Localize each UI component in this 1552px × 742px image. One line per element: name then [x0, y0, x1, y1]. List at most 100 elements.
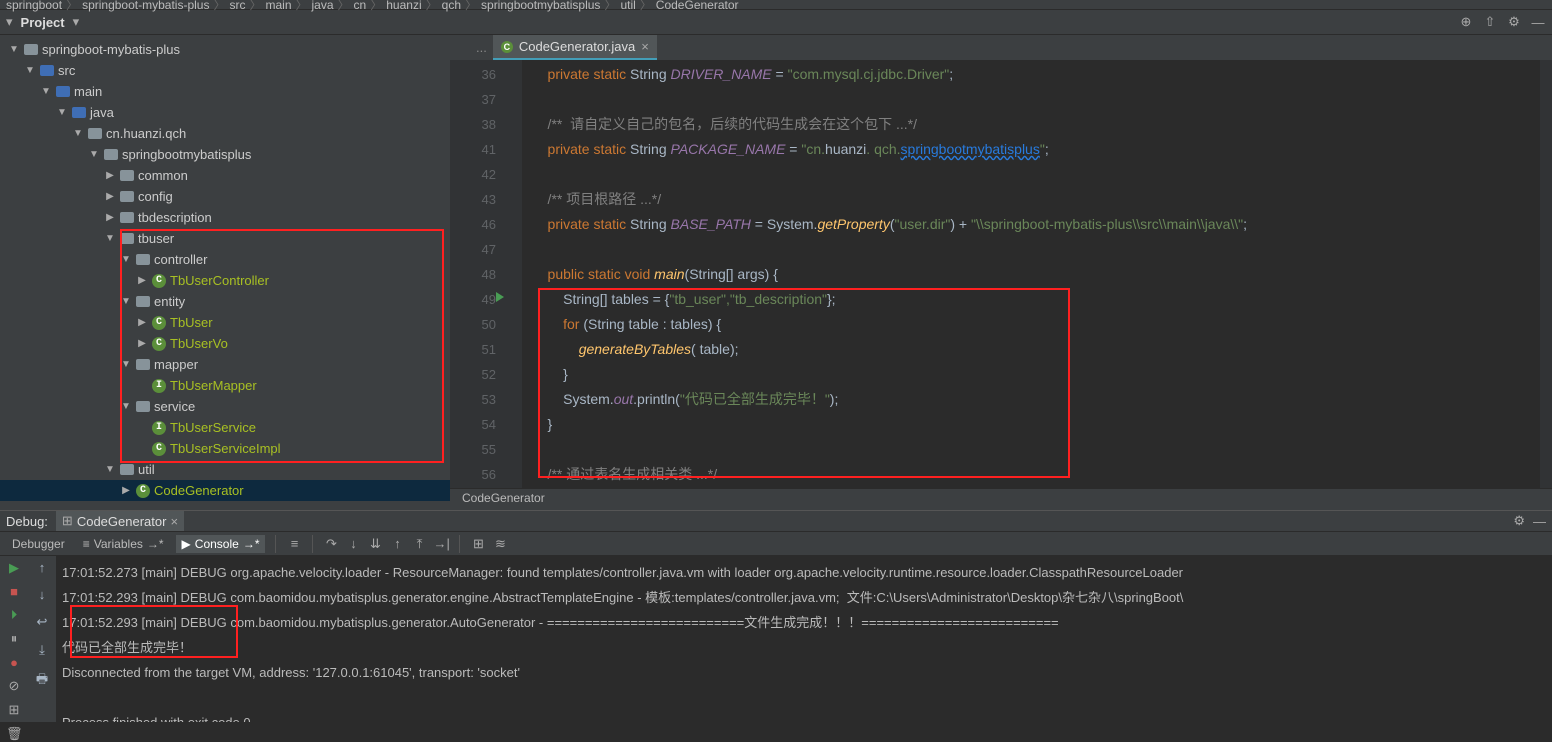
- tree-node-src[interactable]: src: [0, 60, 450, 81]
- step-out-icon[interactable]: ↑: [389, 536, 405, 551]
- console-tab[interactable]: ▶ Console →*: [176, 535, 266, 553]
- error-stripe[interactable]: [1540, 60, 1552, 488]
- stop-icon[interactable]: ■: [6, 584, 22, 599]
- chevron-down-icon[interactable]: [8, 44, 20, 55]
- tree-node-springboot-mybatis-plus[interactable]: springboot-mybatis-plus: [0, 39, 450, 60]
- editor-crumb[interactable]: CodeGenerator: [450, 488, 1552, 510]
- debug-icon: ⊞: [62, 513, 73, 529]
- down-icon[interactable]: ↓: [39, 587, 46, 602]
- print-icon[interactable]: 🖶: [36, 670, 48, 692]
- chevron-down-icon[interactable]: [40, 86, 52, 97]
- chevron-right-icon[interactable]: [104, 170, 116, 181]
- variables-tab[interactable]: ≡ Variables →*: [77, 535, 170, 553]
- breadcrumb-item[interactable]: huanzi: [386, 0, 421, 12]
- chevron-down-icon[interactable]: ▾: [6, 14, 13, 30]
- gear-icon[interactable]: ⚙: [1506, 14, 1522, 30]
- evaluate-icon[interactable]: ⊞: [470, 536, 486, 552]
- chevron-down-icon[interactable]: [72, 128, 84, 139]
- chevron-right-icon[interactable]: [136, 275, 148, 286]
- breadcrumb-item[interactable]: util: [620, 0, 635, 12]
- drop-frame-icon[interactable]: ⤒: [411, 536, 427, 552]
- breadcrumb-item[interactable]: src: [229, 0, 245, 12]
- project-sidebar[interactable]: springboot-mybatis-plussrcmainjavacn.hua…: [0, 35, 450, 510]
- chevron-right-icon[interactable]: [120, 485, 132, 496]
- chevron-down-icon[interactable]: ▾: [73, 14, 80, 30]
- console-output[interactable]: 17:01:52.273 [main] DEBUG org.apache.vel…: [56, 556, 1552, 722]
- tab-overflow[interactable]: ...: [470, 40, 493, 55]
- tree-node-tbdescription[interactable]: tbdescription: [0, 207, 450, 228]
- tree-node-util[interactable]: util: [0, 459, 450, 480]
- scroll-end-icon[interactable]: ⤓: [39, 642, 45, 658]
- chevron-down-icon[interactable]: [120, 359, 132, 370]
- view-breakpoints-icon[interactable]: ●: [6, 655, 22, 670]
- tree-node-codegenerator[interactable]: CodeGenerator: [0, 480, 450, 501]
- wrap-icon[interactable]: ≡: [286, 536, 302, 551]
- tree-node-service[interactable]: service: [0, 396, 450, 417]
- trace-icon[interactable]: ≋: [492, 536, 508, 552]
- tree-node-mapper[interactable]: mapper: [0, 354, 450, 375]
- gear-icon[interactable]: ⚙: [1513, 513, 1525, 529]
- tree-node-cn.huanzi.qch[interactable]: cn.huanzi.qch: [0, 123, 450, 144]
- breadcrumb-item[interactable]: qch: [442, 0, 461, 12]
- close-icon[interactable]: ×: [641, 39, 649, 54]
- hide-icon[interactable]: —: [1530, 15, 1546, 30]
- rerun-icon[interactable]: ▶: [6, 560, 22, 576]
- tree-node-controller[interactable]: controller: [0, 249, 450, 270]
- chevron-right-icon[interactable]: [104, 212, 116, 223]
- chevron-right-icon[interactable]: [104, 191, 116, 202]
- resume-icon[interactable]: ⏵: [6, 607, 22, 623]
- debug-tab-codegenerator[interactable]: ⊞ CodeGenerator ×: [56, 511, 184, 531]
- tree-node-tbuser[interactable]: TbUser: [0, 312, 450, 333]
- tree-node-springbootmybatisplus[interactable]: springbootmybatisplus: [0, 144, 450, 165]
- tree-node-main[interactable]: main: [0, 81, 450, 102]
- tree-node-java[interactable]: java: [0, 102, 450, 123]
- trash-icon[interactable]: 🗑: [6, 726, 22, 742]
- code-editor[interactable]: private static String DRIVER_NAME = "com…: [522, 60, 1540, 488]
- soft-wrap-icon[interactable]: ↩: [37, 614, 48, 630]
- tree-node-tbuser[interactable]: tbuser: [0, 228, 450, 249]
- tree-node-tbusermapper[interactable]: TbUserMapper: [0, 375, 450, 396]
- class-icon: [501, 41, 513, 53]
- tree-node-common[interactable]: common: [0, 165, 450, 186]
- breadcrumb-item[interactable]: java: [312, 0, 334, 12]
- tree-node-tbuserserviceimpl[interactable]: TbUserServiceImpl: [0, 438, 450, 459]
- mute-bp-icon[interactable]: ⊘: [6, 678, 22, 694]
- step-into-icon[interactable]: ↓: [345, 536, 361, 551]
- pause-icon[interactable]: ⏸: [6, 631, 22, 647]
- breadcrumb-item[interactable]: cn: [354, 0, 367, 12]
- tree-node-tbusercontroller[interactable]: TbUserController: [0, 270, 450, 291]
- force-step-icon[interactable]: ⇊: [367, 536, 383, 552]
- breadcrumb-item[interactable]: springbootmybatisplus: [481, 0, 600, 12]
- folder-icon: [40, 65, 54, 76]
- breadcrumb-item[interactable]: springboot: [6, 0, 62, 12]
- breadcrumb-item[interactable]: CodeGenerator: [656, 0, 739, 12]
- run-to-cursor-icon[interactable]: →|: [433, 536, 449, 551]
- breadcrumb-item[interactable]: springboot-mybatis-plus: [82, 0, 209, 12]
- tab-codegenerator[interactable]: CodeGenerator.java ×: [493, 35, 657, 60]
- chevron-down-icon[interactable]: [120, 254, 132, 265]
- chevron-down-icon[interactable]: [104, 464, 116, 475]
- up-icon[interactable]: ↑: [39, 560, 46, 575]
- chevron-down-icon[interactable]: [120, 401, 132, 412]
- debugger-tab[interactable]: Debugger: [6, 535, 71, 553]
- chevron-down-icon[interactable]: [104, 233, 116, 244]
- tree-node-config[interactable]: config: [0, 186, 450, 207]
- hide-icon[interactable]: —: [1533, 514, 1546, 529]
- gutter[interactable]: 363738414243464748495051525354555659: [450, 60, 522, 488]
- breadcrumb-item[interactable]: main: [265, 0, 291, 12]
- target-icon[interactable]: ⊕: [1458, 14, 1474, 30]
- close-icon[interactable]: ×: [170, 514, 178, 529]
- chevron-down-icon[interactable]: [120, 296, 132, 307]
- chevron-down-icon[interactable]: [24, 65, 36, 76]
- step-over-icon[interactable]: ↷: [323, 536, 339, 552]
- chevron-right-icon[interactable]: [136, 338, 148, 349]
- chevron-down-icon[interactable]: [56, 107, 68, 118]
- collapse-icon[interactable]: ⇧: [1482, 14, 1498, 30]
- tree-node-tbuservo[interactable]: TbUserVo: [0, 333, 450, 354]
- tree-node-entity[interactable]: entity: [0, 291, 450, 312]
- run-gutter-icon[interactable]: [496, 292, 504, 302]
- layout-icon[interactable]: ⊞: [6, 702, 22, 718]
- chevron-down-icon[interactable]: [88, 149, 100, 160]
- chevron-right-icon[interactable]: [136, 317, 148, 328]
- tree-node-tbuserservice[interactable]: TbUserService: [0, 417, 450, 438]
